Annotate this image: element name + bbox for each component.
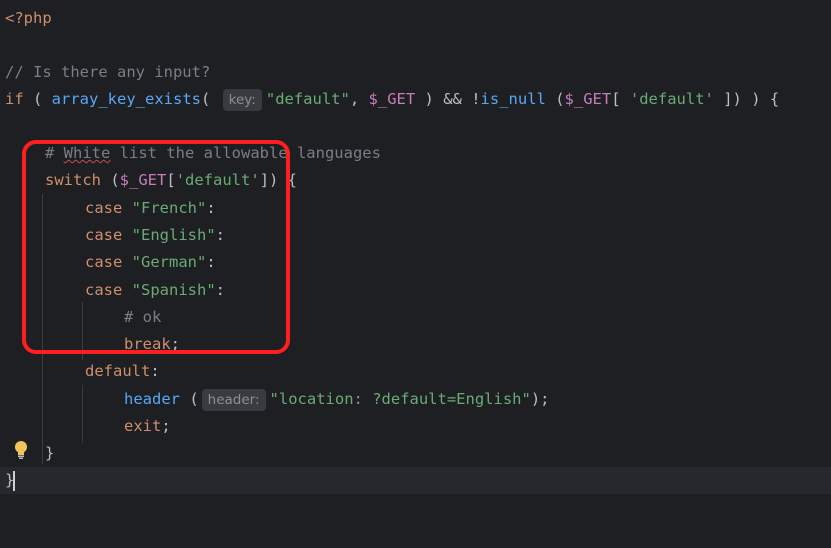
function-header: header: [124, 390, 180, 408]
text-caret: [13, 471, 15, 491]
lightbulb-icon[interactable]: [12, 440, 30, 460]
string-literal: "Spanish": [131, 281, 216, 299]
code-line[interactable]: case "English":: [0, 222, 831, 249]
keyword-switch: switch: [45, 171, 101, 189]
variable-get: $_GET: [564, 90, 612, 108]
function-is-null: is_null: [480, 90, 546, 108]
operator: ) && !: [415, 90, 481, 108]
keyword-break: break: [124, 335, 171, 353]
punctuation: :: [206, 199, 216, 217]
code-line[interactable]: # White list the allowable languages: [0, 140, 831, 167]
punctuation: :: [215, 281, 226, 299]
punctuation: );: [530, 390, 550, 408]
code-line[interactable]: exit;: [0, 413, 831, 440]
php-open-tag: <?php: [5, 9, 52, 27]
string-literal: "German": [131, 253, 207, 271]
code-line[interactable]: }: [0, 440, 831, 467]
punctuation: (: [545, 90, 565, 108]
comment: # ok: [124, 308, 162, 326]
punctuation: :: [215, 226, 226, 244]
code-line[interactable]: if ( array_key_exists( key: "default", $_…: [0, 86, 831, 113]
closing-brace: }: [45, 444, 55, 462]
code-editor[interactable]: <?php // Is there any input? if ( array_…: [0, 0, 831, 506]
keyword-if: if: [5, 90, 24, 108]
punctuation: (: [23, 90, 52, 108]
function-array-key-exists: array_key_exists: [51, 90, 201, 108]
punctuation: (: [180, 390, 199, 408]
code-line[interactable]: header (header: "location: ?default=Engli…: [0, 386, 831, 413]
punctuation: :: [150, 362, 160, 380]
keyword-exit: exit: [124, 417, 162, 435]
keyword-case: case: [85, 199, 123, 217]
string-literal: 'default': [629, 90, 714, 108]
code-line[interactable]: switch ($_GET['default']) {: [0, 167, 831, 194]
punctuation: [: [166, 171, 176, 189]
string-literal: "English": [131, 226, 216, 244]
punctuation: (: [101, 171, 120, 189]
punctuation: ]) ) {: [713, 90, 780, 108]
parameter-hint-key: key:: [222, 88, 262, 111]
spellcheck-word: White: [63, 144, 111, 162]
parameter-hint-header: header:: [201, 388, 266, 411]
string-literal: "French": [131, 199, 207, 217]
punctuation: ]) {: [259, 171, 298, 189]
code-line[interactable]: # ok: [0, 304, 831, 331]
code-line[interactable]: case "German":: [0, 249, 831, 276]
code-line[interactable]: <?php: [0, 5, 831, 32]
keyword-case: case: [85, 253, 123, 271]
keyword-case: case: [85, 226, 123, 244]
variable-get: $_GET: [119, 171, 167, 189]
keyword-case: case: [85, 281, 123, 299]
code-line[interactable]: // Is there any input?: [0, 59, 831, 86]
code-line[interactable]: break;: [0, 331, 831, 358]
punctuation: ;: [161, 417, 171, 435]
string-literal: 'default': [175, 171, 260, 189]
string-literal: "location: ?default=English": [269, 390, 531, 408]
string-literal: "default": [265, 90, 350, 108]
punctuation: :: [206, 253, 216, 271]
comment: // Is there any input?: [5, 63, 211, 81]
code-line[interactable]: }: [0, 467, 831, 494]
keyword-default: default: [85, 362, 151, 380]
comment-hash: #: [45, 144, 64, 162]
code-line[interactable]: default:: [0, 358, 831, 385]
punctuation: ,: [349, 90, 369, 108]
code-line[interactable]: case "French":: [0, 195, 831, 222]
punctuation: (: [200, 90, 220, 108]
code-line[interactable]: case "Spanish":: [0, 277, 831, 304]
punctuation: ;: [170, 335, 181, 353]
punctuation: [: [611, 90, 630, 108]
variable-get: $_GET: [368, 90, 416, 108]
comment: list the allowable languages: [110, 144, 381, 162]
